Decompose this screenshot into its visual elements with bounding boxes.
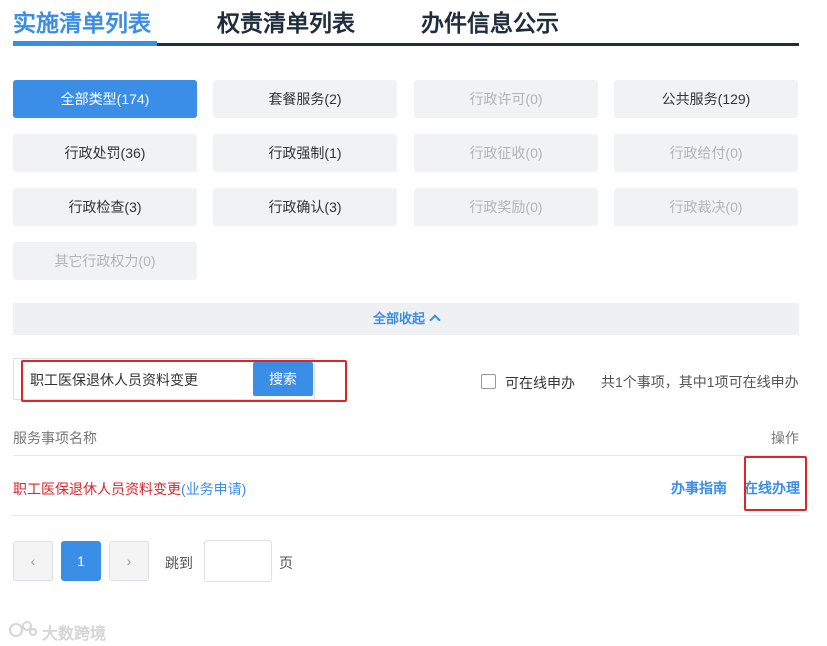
item-name[interactable]: 职工医保退休人员资料变更 (13, 481, 181, 497)
watermark-logo-icon (9, 621, 37, 637)
collapse-all-button[interactable]: 全部收起 (13, 303, 799, 335)
category-reward: 行政奖励(0) (414, 188, 598, 226)
online-filter-checkbox[interactable] (481, 374, 496, 389)
category-license: 行政许可(0) (414, 80, 598, 118)
category-ruling: 行政裁决(0) (614, 188, 798, 226)
search-button[interactable]: 搜索 (253, 362, 313, 396)
tab-responsibility-list[interactable]: 权责清单列表 (217, 4, 355, 38)
category-penalty[interactable]: 行政处罚(36) (13, 134, 197, 172)
online-processing-link[interactable]: 在线办理 (744, 478, 800, 498)
category-other-powers: 其它行政权力(0) (13, 242, 197, 280)
category-package[interactable]: 套餐服务(2) (213, 80, 397, 118)
result-summary: 共1个事项，其中1项可在线申办 (601, 374, 799, 390)
item-type: (业务申请) (181, 481, 247, 497)
search-input[interactable] (28, 367, 257, 393)
next-page-button[interactable]: › (109, 541, 149, 581)
list-item-title[interactable]: 职工医保退休人员资料变更(业务申请) (13, 479, 246, 499)
category-inspection[interactable]: 行政检查(3) (13, 188, 197, 226)
service-guide-link[interactable]: 办事指南 (671, 478, 727, 498)
tab-case-disclosure[interactable]: 办件信息公示 (421, 4, 559, 38)
tab-implementation-list[interactable]: 实施清单列表 (13, 4, 151, 38)
prev-page-button[interactable]: ‹ (13, 541, 53, 581)
category-payment: 行政给付(0) (614, 134, 798, 172)
tab-bar: 实施清单列表 权责清单列表 办件信息公示 (13, 0, 799, 48)
category-confirmation[interactable]: 行政确认(3) (213, 188, 397, 226)
jump-label: 跳到 (165, 555, 193, 571)
watermark: 大数跨境 (8, 618, 106, 643)
collapse-label: 全部收起 (372, 311, 425, 326)
category-enforcement[interactable]: 行政强制(1) (213, 134, 397, 172)
active-tab-underline (13, 41, 157, 46)
table-header-divider (13, 455, 799, 456)
page-suffix-label: 页 (279, 555, 293, 571)
column-header-name: 服务事项名称 (13, 430, 97, 446)
chevron-up-icon (429, 314, 441, 326)
category-all[interactable]: 全部类型(174) (13, 80, 197, 118)
category-levy: 行政征收(0) (414, 134, 598, 172)
current-page-button[interactable]: 1 (61, 541, 101, 581)
table-row-divider (13, 515, 799, 516)
watermark-text: 大数跨境 (42, 626, 107, 643)
page-jump-input[interactable] (204, 540, 272, 582)
online-filter-label[interactable]: 可在线申办 (505, 373, 575, 393)
category-public-service[interactable]: 公共服务(129) (614, 80, 798, 118)
column-header-operation: 操作 (771, 430, 799, 446)
